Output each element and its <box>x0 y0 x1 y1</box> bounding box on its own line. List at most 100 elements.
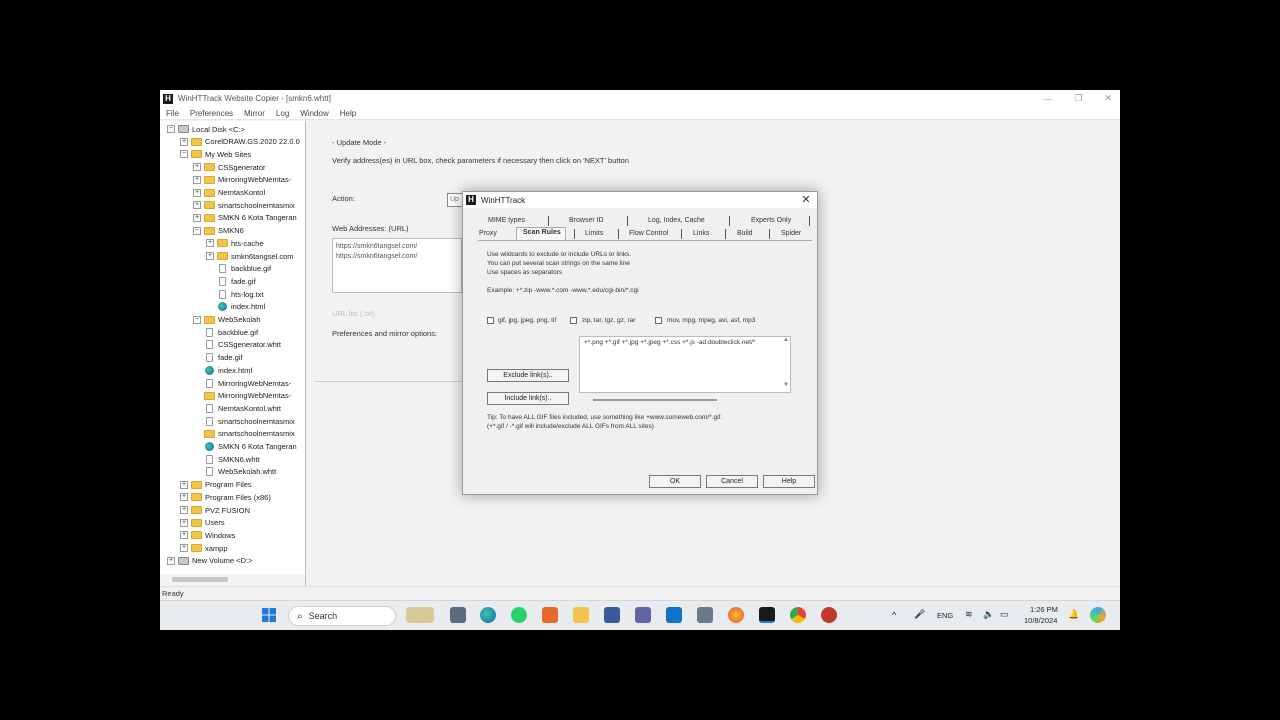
tree-item[interactable]: MirroringWebNemtas- <box>193 377 291 389</box>
tree-scrollbar-thumb[interactable] <box>172 577 228 582</box>
calculator-icon[interactable] <box>697 607 713 623</box>
copilot-icon[interactable] <box>1090 607 1106 623</box>
tree-item[interactable]: + hts-cache <box>206 237 264 249</box>
wifi-icon[interactable]: ≋ <box>965 609 973 620</box>
expand-icon[interactable]: + <box>180 531 188 540</box>
httrack-taskbar-icon[interactable] <box>759 607 775 623</box>
xampp-icon[interactable] <box>542 607 558 623</box>
widgets-icon[interactable] <box>406 607 434 623</box>
checkbox-images[interactable] <box>487 317 494 324</box>
folder-tree[interactable]: − Local Disk <C:> + CorelDRAW.GS.2020 22.0.… <box>160 121 306 574</box>
tab-log-index-cache[interactable]: Log, Index, Cache <box>648 217 705 224</box>
exclude-links-button[interactable]: Exclude link(s).. <box>487 369 569 382</box>
textarea-horizontal-scrollbar[interactable] <box>593 399 717 401</box>
tree-item[interactable]: MirroringWebNemtas- <box>193 390 291 402</box>
expand-icon[interactable]: + <box>193 163 201 172</box>
menu-help[interactable]: Help <box>340 109 356 118</box>
expand-icon[interactable]: + <box>180 544 188 553</box>
tree-item[interactable]: + Program Files <box>180 479 252 491</box>
expand-icon[interactable]: + <box>193 175 201 184</box>
tree-item[interactable]: + Windows <box>180 529 235 541</box>
tab-proxy[interactable]: Proxy <box>479 230 497 237</box>
tab-mime-types[interactable]: MIME types <box>488 217 525 224</box>
scroll-up-icon[interactable]: ▲ <box>783 337 789 343</box>
tree-item[interactable]: − SMKN6 <box>193 225 244 237</box>
tree-item[interactable]: + MirroringWebNemtas- <box>193 174 291 186</box>
tree-item[interactable]: + CorelDRAW.GS.2020 22.0.0 <box>180 136 300 148</box>
file-explorer-icon[interactable] <box>573 607 589 623</box>
tree-item[interactable]: CSSgenerator.whtt <box>193 339 281 351</box>
tab-browser-id[interactable]: Browser ID <box>569 217 604 224</box>
recorder-icon[interactable] <box>821 607 837 623</box>
clock-time[interactable]: 1:26 PM <box>1030 605 1058 614</box>
tree-item[interactable]: + smartschoolnemtasmix <box>193 199 295 211</box>
menu-log[interactable]: Log <box>276 109 289 118</box>
ok-button[interactable]: OK <box>649 475 701 488</box>
tab-build[interactable]: Build <box>737 230 753 237</box>
expand-icon[interactable]: + <box>206 239 214 248</box>
expand-icon[interactable]: + <box>180 518 188 527</box>
microphone-icon[interactable]: 🎤 <box>914 609 925 620</box>
menu-mirror[interactable]: Mirror <box>244 109 265 118</box>
menu-window[interactable]: Window <box>300 109 328 118</box>
minimize-icon[interactable]: — <box>1043 94 1052 104</box>
tree-item[interactable]: + Program Files (x86) <box>180 491 271 503</box>
close-icon[interactable]: ✕ <box>1104 93 1112 104</box>
include-links-button[interactable]: Include link(s).. <box>487 392 569 405</box>
tree-item[interactable]: − My Web Sites <box>180 148 251 160</box>
maximize-icon[interactable]: ❐ <box>1074 93 1082 104</box>
firefox-icon[interactable] <box>728 607 744 623</box>
edge-icon[interactable] <box>480 607 496 623</box>
collapse-icon[interactable]: − <box>167 125 175 133</box>
language-indicator[interactable]: ENG <box>937 611 953 620</box>
checkbox-media[interactable] <box>655 317 662 324</box>
expand-icon[interactable]: + <box>193 213 201 222</box>
dialog-titlebar[interactable]: H WinHTTrack ✕ <box>463 192 817 208</box>
store-icon[interactable] <box>604 607 620 623</box>
expand-icon[interactable]: + <box>193 201 201 210</box>
tree-item[interactable]: + SMKN 6 Kota Tangeran <box>193 212 297 224</box>
tree-item[interactable]: index.html <box>206 301 265 313</box>
help-button[interactable]: Help <box>763 475 815 488</box>
tab-experts-only[interactable]: Experts Only <box>751 217 791 224</box>
taskbar-search[interactable]: ⌕ Search <box>288 606 396 626</box>
tab-spider[interactable]: Spider <box>781 230 801 237</box>
tab-flow-control[interactable]: Flow Control <box>629 230 668 237</box>
tab-limits[interactable]: Limits <box>585 230 603 237</box>
tree-item[interactable]: backblue.gif <box>206 263 271 275</box>
collapse-icon[interactable]: − <box>193 226 201 235</box>
url-textarea[interactable]: https://smkn6tangsel.com/ https://smkn6t… <box>332 238 462 293</box>
expand-icon[interactable]: + <box>167 556 175 565</box>
tree-item[interactable]: + CSSgenerator <box>193 161 266 173</box>
tree-item[interactable]: SMKN6.whtt <box>193 453 260 465</box>
teams-icon[interactable] <box>635 607 651 623</box>
tree-item[interactable]: fade.gif <box>193 352 243 364</box>
tree-item[interactable]: − WebSekolah <box>193 314 260 326</box>
tree-item[interactable]: SMKN 6 Kota Tangeran <box>193 441 297 453</box>
dialog-close-icon[interactable]: ✕ <box>799 193 813 207</box>
expand-icon[interactable]: + <box>206 252 214 260</box>
tree-item[interactable]: hts-log.txt <box>206 288 264 300</box>
tray-chevron-up-icon[interactable]: ^ <box>892 610 896 620</box>
textarea-scrollbar[interactable]: ▲ ▼ <box>782 337 790 392</box>
tree-item[interactable]: WebSekolah.whtt <box>193 466 276 478</box>
vscode-icon[interactable] <box>666 607 682 623</box>
tree-item[interactable]: + smkn6tangsel.com <box>206 250 294 262</box>
tree-item[interactable]: + NemtasKontol <box>193 187 265 199</box>
task-view-icon[interactable] <box>450 607 466 623</box>
expand-icon[interactable]: + <box>180 480 188 489</box>
expand-icon[interactable]: + <box>193 188 201 197</box>
expand-icon[interactable]: + <box>180 137 188 146</box>
chrome-icon[interactable] <box>790 607 806 623</box>
scroll-down-icon[interactable]: ▼ <box>783 382 789 388</box>
app-titlebar[interactable]: H WinHTTrack Website Copier - [smkn6.wht… <box>160 90 1120 107</box>
tree-item[interactable]: index.html <box>193 364 252 376</box>
tab-scan-rules[interactable]: Scan Rules <box>523 229 561 236</box>
tree-item[interactable]: + xampp <box>180 542 228 554</box>
tree-item[interactable]: smartschoolnemtasmix <box>193 415 295 427</box>
cancel-button[interactable]: Cancel <box>706 475 758 488</box>
tree-horizontal-scrollbar[interactable] <box>160 574 306 586</box>
tree-item[interactable]: smartschoolnemtasmix <box>193 428 295 440</box>
tree-item[interactable]: + PVZ FUSION <box>180 504 250 516</box>
tree-item[interactable]: backblue.gif <box>193 326 258 338</box>
